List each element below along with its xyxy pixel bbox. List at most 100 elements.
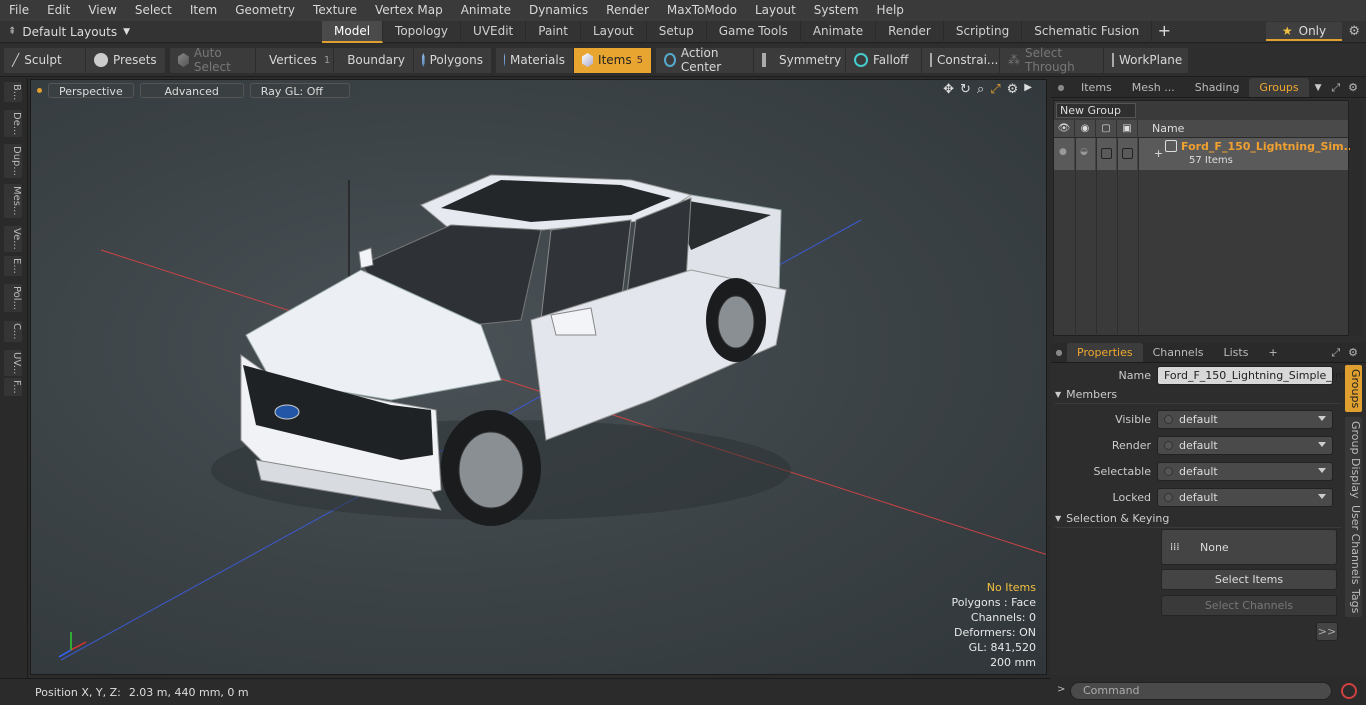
members-section[interactable]: ▼ Members bbox=[1055, 386, 1341, 404]
gear-icon[interactable]: ⚙ bbox=[1348, 24, 1360, 39]
3d-viewport[interactable]: Perspective Advanced Ray GL: Off ✥ ↻ ⌕ ⤢… bbox=[30, 79, 1047, 675]
left-tool-tab[interactable]: F... bbox=[4, 378, 22, 396]
action-center-button[interactable]: Action Center bbox=[656, 46, 754, 74]
selectable-dropdown[interactable]: default bbox=[1157, 461, 1333, 481]
menu-vertex-map[interactable]: Vertex Map bbox=[366, 0, 452, 21]
select-channels-button[interactable]: Select Channels bbox=[1161, 595, 1337, 616]
group-row[interactable]: ● ◒ + Ford_F_150_Lightning_Sim... 57 Ite… bbox=[1054, 138, 1356, 170]
chevron-down-icon[interactable]: ▼ bbox=[1315, 83, 1322, 93]
constraints-button[interactable]: Constrai... bbox=[922, 47, 1000, 73]
select-toggle[interactable] bbox=[1117, 138, 1138, 170]
left-tool-tab[interactable]: De... bbox=[4, 110, 22, 138]
new-group-button[interactable]: New Group bbox=[1056, 103, 1136, 118]
raygl-button[interactable]: Ray GL: Off bbox=[249, 82, 350, 98]
add-tab-button[interactable]: + bbox=[1152, 21, 1176, 43]
select-through-button[interactable]: ⁂ Select Through bbox=[1000, 46, 1104, 74]
vtab-groups[interactable]: Groups bbox=[1345, 365, 1362, 413]
menu-layout[interactable]: Layout bbox=[746, 0, 805, 21]
tab-channels[interactable]: Channels bbox=[1143, 343, 1214, 362]
falloff-button[interactable]: Falloff bbox=[846, 47, 922, 73]
selection-keying-section[interactable]: ▼ Selection & Keying bbox=[1055, 510, 1341, 528]
menu-dynamics[interactable]: Dynamics bbox=[520, 0, 597, 21]
advanced-button[interactable]: Advanced bbox=[139, 82, 244, 98]
fit-icon[interactable]: ⤢ bbox=[990, 82, 1000, 97]
visible-dropdown[interactable]: default bbox=[1157, 409, 1333, 429]
groups-scrollbar[interactable] bbox=[1350, 100, 1362, 336]
tab-paint[interactable]: Paint bbox=[526, 20, 581, 43]
vtab-user-channels[interactable]: User Channels bbox=[1345, 501, 1362, 589]
menu-edit[interactable]: Edit bbox=[38, 0, 79, 21]
tab-game-tools[interactable]: Game Tools bbox=[707, 20, 801, 43]
vtab-tags[interactable]: Tags bbox=[1345, 585, 1362, 618]
presets-button[interactable]: Presets bbox=[86, 47, 166, 73]
left-tool-tab[interactable]: UV... bbox=[4, 350, 22, 377]
gear-icon[interactable]: ⚙ bbox=[1007, 82, 1019, 97]
vtab-group-display[interactable]: Group Display bbox=[1345, 417, 1362, 503]
tab-shading[interactable]: Shading bbox=[1185, 78, 1250, 97]
menu-view[interactable]: View bbox=[79, 0, 125, 21]
perspective-button[interactable]: Perspective bbox=[48, 82, 134, 98]
menu-maxtomodo[interactable]: MaxToModo bbox=[658, 0, 746, 21]
items-button[interactable]: Items 5 bbox=[574, 47, 652, 73]
menu-animate[interactable]: Animate bbox=[452, 0, 520, 21]
tab-animate[interactable]: Animate bbox=[801, 20, 877, 43]
lock-icon[interactable]: ▢ bbox=[1096, 119, 1117, 138]
polygons-button[interactable]: Polygons bbox=[414, 47, 492, 73]
gear-icon[interactable]: ⚙ bbox=[1348, 346, 1358, 360]
symmetry-button[interactable]: Symmetry bbox=[754, 47, 846, 73]
visibility-toggle[interactable]: ● bbox=[1054, 138, 1075, 170]
more-button[interactable]: >> bbox=[1316, 622, 1338, 641]
name-field[interactable]: Ford_F_150_Lightning_Simple_Int bbox=[1157, 365, 1346, 385]
render-toggle[interactable]: ◒ bbox=[1075, 138, 1096, 170]
command-input[interactable]: Command bbox=[1070, 682, 1332, 700]
left-tool-tab[interactable]: Ve... bbox=[4, 226, 22, 252]
zoom-icon[interactable]: ⌕ bbox=[977, 82, 984, 97]
tab-model[interactable]: Model bbox=[322, 20, 384, 43]
layout-dropdown[interactable]: ⇞ Default Layouts ▼ bbox=[0, 25, 322, 39]
lock-toggle[interactable] bbox=[1096, 138, 1117, 170]
left-tool-tab[interactable]: E... bbox=[4, 256, 22, 276]
add-tab-button[interactable]: + bbox=[1258, 343, 1287, 362]
menu-system[interactable]: System bbox=[805, 0, 868, 21]
tab-uvedit[interactable]: UVEdit bbox=[461, 20, 527, 43]
menu-select[interactable]: Select bbox=[126, 0, 181, 21]
expand-plus-icon[interactable]: + bbox=[1154, 147, 1163, 160]
none-button[interactable]: ⁞⁞⁞ None bbox=[1161, 529, 1337, 565]
workplane-button[interactable]: WorkPlane bbox=[1104, 48, 1188, 73]
tab-groups[interactable]: Groups bbox=[1249, 78, 1309, 97]
tab-topology[interactable]: Topology bbox=[383, 20, 462, 43]
sculpt-button[interactable]: ╱ Sculpt bbox=[4, 47, 86, 73]
locked-dropdown[interactable]: default bbox=[1157, 487, 1333, 507]
select-items-button[interactable]: Select Items bbox=[1161, 569, 1337, 590]
play-icon[interactable]: ▶ bbox=[1024, 82, 1032, 97]
menu-help[interactable]: Help bbox=[868, 0, 913, 21]
tab-layout[interactable]: Layout bbox=[581, 20, 647, 43]
render-dropdown[interactable]: default bbox=[1157, 435, 1333, 455]
left-tool-tab[interactable]: Mes... bbox=[4, 184, 22, 218]
left-tool-tab[interactable]: Dup... bbox=[4, 144, 22, 178]
boundary-button[interactable]: Boundary bbox=[334, 47, 414, 73]
menu-texture[interactable]: Texture bbox=[304, 0, 366, 21]
menu-item[interactable]: Item bbox=[181, 0, 226, 21]
left-tool-tab[interactable]: Pol... bbox=[4, 284, 22, 313]
left-tool-tab[interactable]: B... bbox=[4, 82, 22, 103]
expand-icon[interactable]: ⤢ bbox=[1331, 346, 1340, 360]
auto-select-button[interactable]: Auto Select bbox=[170, 46, 256, 74]
tab-lists[interactable]: Lists bbox=[1214, 343, 1259, 362]
vertices-button[interactable]: Vertices 1 bbox=[256, 47, 334, 73]
left-tool-tab[interactable]: C... bbox=[4, 321, 22, 342]
rotate-icon[interactable]: ↻ bbox=[960, 82, 971, 97]
tab-items[interactable]: Items bbox=[1071, 78, 1122, 97]
select-icon[interactable]: ▣ bbox=[1117, 119, 1138, 138]
tab-setup[interactable]: Setup bbox=[647, 20, 707, 43]
materials-button[interactable]: Materials bbox=[496, 47, 574, 73]
expand-icon[interactable]: ⤢ bbox=[1331, 81, 1340, 95]
tab-scripting[interactable]: Scripting bbox=[944, 20, 1023, 43]
menu-geometry[interactable]: Geometry bbox=[226, 0, 304, 21]
tab-mesh[interactable]: Mesh ... bbox=[1122, 78, 1185, 97]
render-icon[interactable]: ◉ bbox=[1075, 119, 1096, 138]
menu-file[interactable]: File bbox=[0, 0, 38, 21]
tab-properties[interactable]: Properties bbox=[1067, 343, 1143, 362]
tab-schematic-fusion[interactable]: Schematic Fusion bbox=[1022, 20, 1153, 43]
eye-icon[interactable]: 👁 bbox=[1054, 119, 1075, 138]
